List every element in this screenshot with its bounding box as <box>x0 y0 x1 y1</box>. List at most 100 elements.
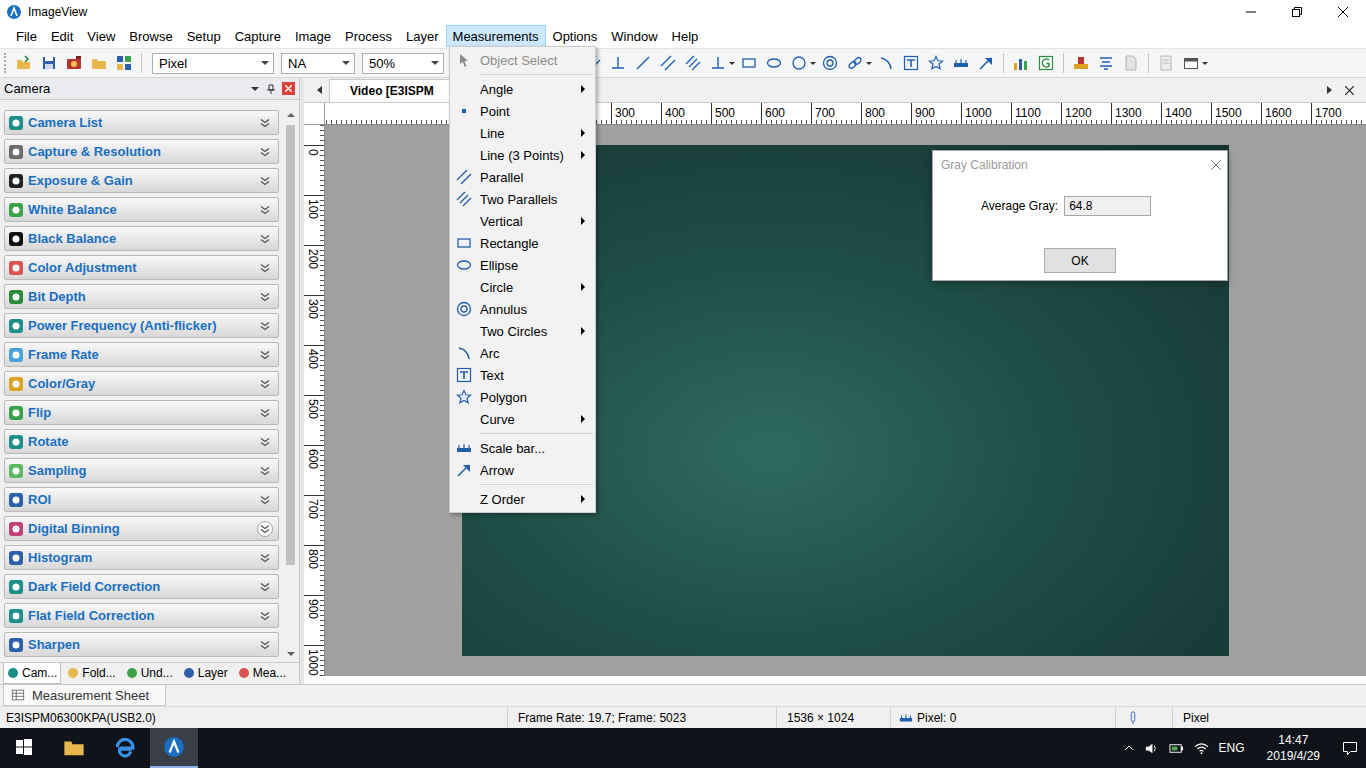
menu-item[interactable]: Circle <box>452 276 593 298</box>
show-hidden-icon[interactable] <box>1124 743 1134 753</box>
menu-item[interactable]: Rectangle <box>452 232 593 254</box>
scroll-down-icon[interactable] <box>282 645 299 662</box>
tool-button[interactable] <box>1155 52 1177 74</box>
pin-icon[interactable] <box>266 84 276 94</box>
input-language[interactable]: ENG <box>1219 741 1245 755</box>
dropdown-caret[interactable] <box>729 52 735 74</box>
unit-select[interactable]: Pixel <box>152 53 274 74</box>
menu-title[interactable]: Help <box>665 25 706 47</box>
tool-button[interactable] <box>1035 52 1057 74</box>
menu-title[interactable]: Edit <box>44 25 80 47</box>
expand-button[interactable] <box>257 579 273 595</box>
menu-title[interactable]: Options <box>546 25 605 47</box>
ok-button[interactable]: OK <box>1044 248 1116 273</box>
dialog-title-bar[interactable]: Gray Calibration <box>933 151 1227 179</box>
settings-group[interactable]: ROI <box>4 487 279 512</box>
menu-title[interactable]: Capture <box>228 25 288 47</box>
toolbar-grip[interactable] <box>4 53 8 73</box>
panel-tab[interactable]: Und... <box>122 663 177 684</box>
tool-button[interactable] <box>763 52 785 74</box>
tool-button[interactable] <box>1070 52 1092 74</box>
menu-title[interactable]: Image <box>288 25 338 47</box>
settings-group[interactable]: Black Balance <box>4 226 279 251</box>
tool-button[interactable] <box>738 52 760 74</box>
start-button[interactable] <box>0 728 48 768</box>
expand-button[interactable] <box>257 347 273 363</box>
settings-group[interactable]: Sharpen <box>4 632 279 657</box>
menu-item[interactable]: Annulus <box>452 298 593 320</box>
dropdown-caret[interactable] <box>866 52 872 74</box>
settings-group[interactable]: Frame Rate <box>4 342 279 367</box>
menu-title[interactable]: Browse <box>122 25 179 47</box>
dialog-close-icon[interactable] <box>1211 160 1221 170</box>
menu-item[interactable]: Ellipse <box>452 254 593 276</box>
menu-item[interactable]: Angle <box>452 78 593 100</box>
settings-group[interactable]: Bit Depth <box>4 284 279 309</box>
zoom-select[interactable]: 50% <box>362 53 444 74</box>
expand-button[interactable] <box>257 260 273 276</box>
settings-group[interactable]: Histogram <box>4 545 279 570</box>
menu-item[interactable]: Curve <box>452 408 593 430</box>
settings-group[interactable]: Exposure & Gain <box>4 168 279 193</box>
measurement-sheet-tab[interactable]: Measurement Sheet <box>3 685 166 706</box>
expand-button[interactable] <box>257 376 273 392</box>
settings-group[interactable]: Rotate <box>4 429 279 454</box>
minimize-button[interactable] <box>1228 0 1274 24</box>
menu-item[interactable]: Scale bar... <box>452 437 593 459</box>
tool-button[interactable] <box>63 52 85 74</box>
menu-title[interactable]: Process <box>338 25 399 47</box>
menu-title[interactable]: Measurements <box>446 25 546 47</box>
expand-button[interactable] <box>257 521 273 537</box>
objective-select[interactable]: NA <box>281 53 355 74</box>
tool-button[interactable] <box>1180 52 1202 74</box>
menu-item[interactable]: Line <box>452 122 593 144</box>
tool-button[interactable] <box>975 52 997 74</box>
expand-button[interactable] <box>257 405 273 421</box>
expand-button[interactable] <box>257 202 273 218</box>
panel-tab[interactable]: Layer <box>179 663 232 684</box>
expand-button[interactable] <box>257 637 273 653</box>
settings-group[interactable]: Dark Field Correction <box>4 574 279 599</box>
tool-button[interactable] <box>819 52 841 74</box>
settings-group[interactable]: Flat Field Correction <box>4 603 279 628</box>
tool-button[interactable] <box>38 52 60 74</box>
panel-tab[interactable]: Mea... <box>234 663 290 684</box>
tool-button[interactable] <box>950 52 972 74</box>
edge-button[interactable] <box>100 728 148 768</box>
settings-group[interactable]: Color Adjustment <box>4 255 279 280</box>
tool-button[interactable] <box>632 52 654 74</box>
tool-button[interactable] <box>1120 52 1142 74</box>
panel-tab[interactable]: Cam... <box>3 663 61 684</box>
panel-menu-icon[interactable] <box>250 84 260 94</box>
expand-button[interactable] <box>257 115 273 131</box>
expand-button[interactable] <box>257 144 273 160</box>
menu-title[interactable]: Layer <box>399 25 446 47</box>
menu-item[interactable]: Arrow <box>452 459 593 481</box>
settings-group[interactable]: Flip <box>4 400 279 425</box>
menu-item[interactable]: Two Circles <box>452 320 593 342</box>
menu-item[interactable]: Two Parallels <box>452 188 593 210</box>
average-gray-field[interactable]: 64.8 <box>1064 196 1151 216</box>
file-explorer-button[interactable] <box>50 728 98 768</box>
menu-title[interactable]: Setup <box>180 25 228 47</box>
expand-button[interactable] <box>257 289 273 305</box>
tool-button[interactable] <box>607 52 629 74</box>
scroll-up-icon[interactable] <box>282 106 299 123</box>
expand-button[interactable] <box>257 231 273 247</box>
dropdown-caret[interactable] <box>810 52 816 74</box>
dropdown-caret[interactable] <box>1202 52 1208 74</box>
tool-button[interactable] <box>875 52 897 74</box>
tool-button[interactable] <box>844 52 866 74</box>
scroll-left-icon[interactable] <box>310 78 328 102</box>
wifi-icon[interactable] <box>1194 741 1209 756</box>
tool-button[interactable] <box>113 52 135 74</box>
close-button[interactable] <box>1320 0 1366 24</box>
settings-group[interactable]: Capture & Resolution <box>4 139 279 164</box>
close-document-button[interactable] <box>1338 78 1360 102</box>
tool-button[interactable] <box>1010 52 1032 74</box>
clock[interactable]: 14:472019/4/29 <box>1255 732 1332 764</box>
tool-button[interactable] <box>707 52 729 74</box>
notification-icon[interactable] <box>1342 740 1358 756</box>
tool-button[interactable] <box>788 52 810 74</box>
tool-button[interactable] <box>682 52 704 74</box>
